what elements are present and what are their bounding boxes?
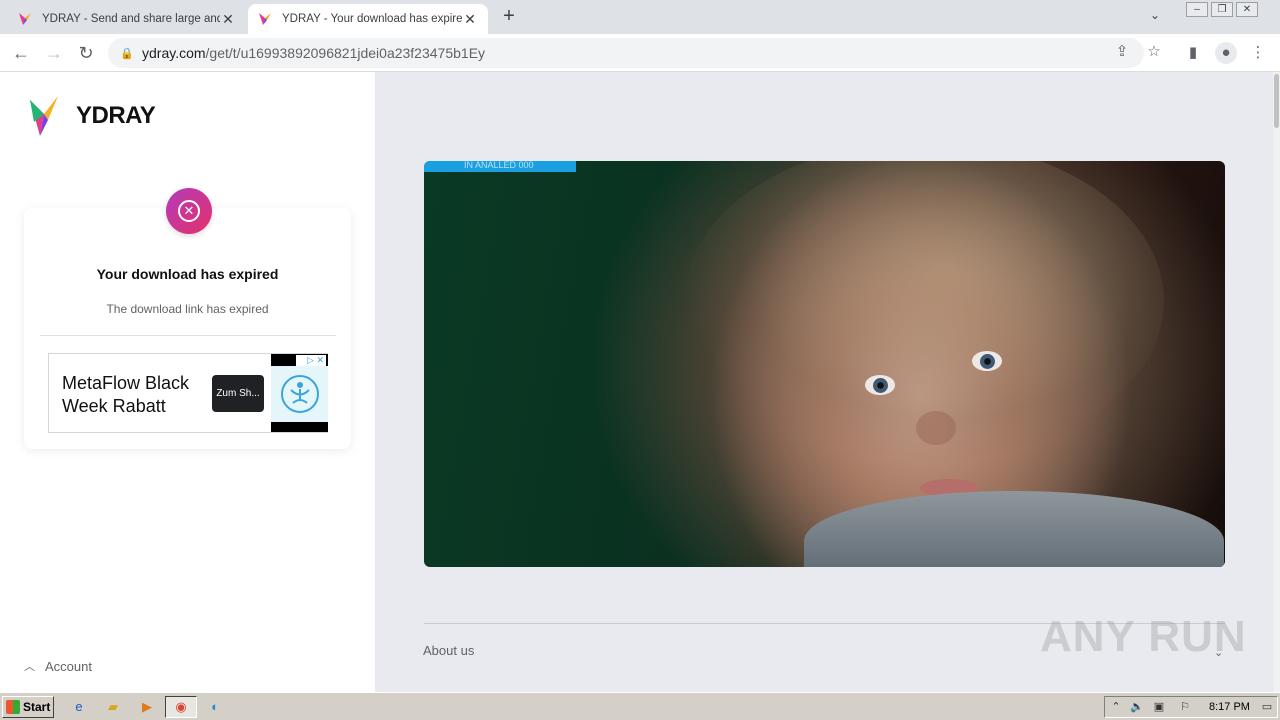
folder-icon[interactable]: ▰: [104, 698, 122, 716]
side-panel-icon[interactable]: ▮: [1182, 42, 1204, 64]
close-window-icon[interactable]: ✕: [1236, 2, 1258, 17]
taskbar: Start e ▰ ▶ ◉ ◐ ⌃ 🔈 ▣ ⚐ 8:17 PM ▭: [0, 692, 1280, 720]
close-circle-icon: ✕: [178, 200, 200, 222]
url-path: /get/t/u16993892096821jdei0a23f23475b1Ey: [205, 45, 486, 61]
new-tab-button[interactable]: +: [498, 6, 520, 28]
volume-icon[interactable]: 🔈: [1129, 700, 1145, 714]
address-bar[interactable]: 🔒 ydray.com/get/t/u16993892096821jdei0a2…: [108, 38, 1144, 68]
hero-nose: [916, 411, 956, 445]
logo-text: YDRAY: [76, 102, 156, 129]
status-subtitle: The download link has expired: [106, 302, 269, 316]
start-button[interactable]: Start: [2, 696, 54, 718]
status-title: Your download has expired: [96, 266, 279, 282]
anyrun-watermark: ANY RUN: [1040, 612, 1247, 662]
ad-image[interactable]: [271, 366, 328, 422]
window-controls: ‒ ❐ ✕: [1183, 2, 1258, 18]
tray-expand-icon[interactable]: ⌃: [1108, 700, 1124, 714]
profile-avatar-icon[interactable]: ●: [1215, 42, 1237, 64]
account-label: Account: [45, 658, 92, 674]
ydray-favicon-icon: [19, 13, 31, 25]
watermark-text: ANY RUN: [1040, 612, 1247, 661]
ad-headline[interactable]: MetaFlow Black Week Rabatt: [62, 372, 202, 418]
about-us-link[interactable]: About us: [423, 643, 474, 658]
tab-ydray-expired[interactable]: YDRAY - Your download has expired ✕: [248, 4, 488, 34]
scrollbar-thumb[interactable]: [1274, 74, 1279, 128]
ydray-logo[interactable]: YDRAY: [30, 96, 156, 136]
ydray-logo-icon: [30, 96, 58, 136]
ad-cta-button[interactable]: Zum Sh...: [212, 375, 264, 412]
ad-yoga-logo-icon: [280, 375, 319, 413]
minimize-icon[interactable]: ‒: [1186, 2, 1208, 17]
media-player-icon[interactable]: ▶: [138, 698, 156, 716]
tab-close-icon[interactable]: ✕: [462, 11, 478, 28]
scrollbar[interactable]: [1273, 72, 1280, 692]
chrome-icon: ◉: [175, 699, 187, 714]
ad-choices-icon[interactable]: ▷ ✕: [296, 355, 326, 366]
tab-close-icon[interactable]: ✕: [220, 11, 236, 28]
edge-icon[interactable]: ◐: [206, 698, 224, 716]
lock-icon[interactable]: 🔒: [120, 47, 134, 60]
hero-eye-left: [865, 375, 895, 395]
account-toggle[interactable]: ︿ Account: [24, 658, 92, 674]
clock[interactable]: 8:17 PM: [1209, 701, 1250, 713]
chevron-up-icon: ︿: [24, 661, 35, 673]
card-divider: [40, 335, 336, 336]
tab-ydray-send[interactable]: YDRAY - Send and share large and b ✕: [8, 4, 246, 34]
url-host: ydray.com: [142, 45, 206, 61]
share-icon[interactable]: ⇪: [1112, 42, 1132, 62]
ie-icon[interactable]: e: [70, 698, 88, 716]
windows-flag-icon: [6, 700, 20, 714]
ad-banner[interactable]: MetaFlow Black Week Rabatt Zum Sh... ▷ ✕: [48, 353, 328, 433]
back-arrow-icon[interactable]: ←: [10, 42, 32, 64]
error-badge: ✕: [166, 188, 212, 234]
tab-title: YDRAY - Send and share large and b: [42, 13, 220, 25]
tab-title: YDRAY - Your download has expired: [282, 13, 462, 25]
start-label: Start: [23, 700, 51, 714]
browser-toolbar: ← → ↻ 🔒 ydray.com/get/t/u16993892096821j…: [0, 34, 1280, 72]
system-tray: ⌃ 🔈 ▣ ⚐ 8:17 PM ▭: [1104, 696, 1278, 718]
show-desktop-icon[interactable]: ▭: [1259, 700, 1275, 714]
reload-icon[interactable]: ↻: [75, 42, 97, 64]
hero-tag: IN ANALLED 000: [424, 161, 576, 172]
network-icon[interactable]: ▣: [1151, 700, 1167, 714]
menu-kebab-icon[interactable]: ⋮: [1247, 42, 1269, 64]
tab-strip: YDRAY - Send and share large and b ✕ YDR…: [0, 0, 1280, 34]
ydray-favicon-icon: [259, 13, 271, 25]
bookmark-star-icon[interactable]: ☆: [1144, 42, 1164, 62]
restore-icon[interactable]: ❐: [1211, 2, 1233, 17]
action-center-flag-icon[interactable]: ⚐: [1177, 700, 1193, 714]
hero-eye-right: [972, 351, 1002, 371]
tab-search-chevron-icon[interactable]: ⌄: [1150, 8, 1160, 22]
forward-arrow-icon[interactable]: →: [43, 42, 65, 64]
hero-collar: [804, 491, 1224, 567]
hero-image[interactable]: IN ANALLED 000: [424, 161, 1225, 567]
page-content: YDRAY ✕ Your download has expired The do…: [0, 72, 1280, 692]
